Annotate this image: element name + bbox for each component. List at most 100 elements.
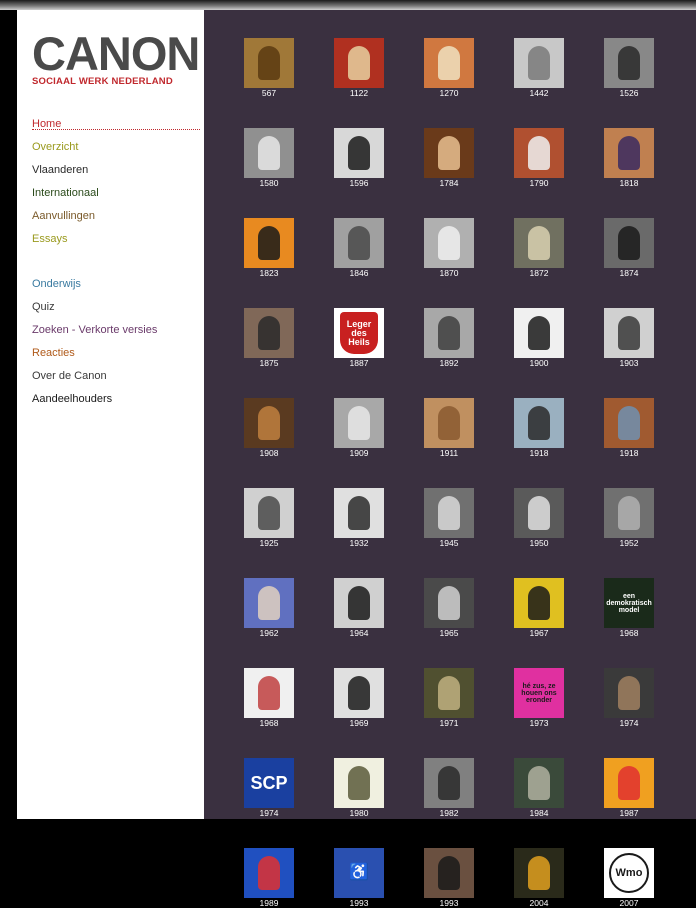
canon-window-1952[interactable]: 1952 (604, 488, 654, 548)
canon-window-1818[interactable]: 1818 (604, 128, 654, 188)
window-thumbnail[interactable] (424, 488, 474, 538)
canon-window-1971[interactable]: 1971 (424, 668, 474, 728)
window-thumbnail[interactable] (424, 308, 474, 358)
canon-window-1918[interactable]: 1918 (604, 398, 654, 458)
window-thumbnail[interactable] (604, 488, 654, 538)
canon-window-1872[interactable]: 1872 (514, 218, 564, 278)
window-thumbnail[interactable] (244, 218, 294, 268)
window-thumbnail[interactable] (514, 38, 564, 88)
canon-window-1964[interactable]: 1964 (334, 578, 384, 638)
canon-window-1875[interactable]: 1875 (244, 308, 294, 368)
window-thumbnail[interactable] (244, 578, 294, 628)
nav-link-internationaal[interactable]: Internationaal (32, 185, 202, 208)
canon-window-1980[interactable]: 1980 (334, 758, 384, 818)
nav-link-overzicht[interactable]: Overzicht (32, 139, 202, 162)
window-thumbnail[interactable] (334, 758, 384, 808)
canon-window-1908[interactable]: 1908 (244, 398, 294, 458)
window-thumbnail[interactable] (604, 758, 654, 808)
canon-window-1892[interactable]: 1892 (424, 308, 474, 368)
window-thumbnail[interactable] (424, 848, 474, 898)
window-thumbnail[interactable] (514, 308, 564, 358)
window-thumbnail[interactable] (334, 578, 384, 628)
canon-window-1945[interactable]: 1945 (424, 488, 474, 548)
window-thumbnail[interactable] (424, 128, 474, 178)
canon-window-1993[interactable]: ♿ 1993 (334, 848, 384, 908)
canon-window-1790[interactable]: 1790 (514, 128, 564, 188)
window-thumbnail[interactable] (424, 758, 474, 808)
window-thumbnail[interactable]: hé zus, ze houen ons eronder (514, 668, 564, 718)
canon-window-1823[interactable]: 1823 (244, 218, 294, 278)
nav-link-reacties[interactable]: Reacties (32, 345, 202, 368)
canon-window-1887[interactable]: Leger des Heils 1887 (334, 308, 384, 368)
canon-window-1968[interactable]: een demokratisch model 1968 (604, 578, 654, 638)
window-thumbnail[interactable]: SCP (244, 758, 294, 808)
canon-window-1989[interactable]: 1989 (244, 848, 294, 908)
canon-window-1918[interactable]: 1918 (514, 398, 564, 458)
canon-window-1526[interactable]: 1526 (604, 38, 654, 98)
canon-window-1962[interactable]: 1962 (244, 578, 294, 638)
nav-link-onderwijs[interactable]: Onderwijs (32, 276, 202, 299)
window-thumbnail[interactable] (424, 218, 474, 268)
nav-link-essays[interactable]: Essays (32, 231, 202, 254)
canon-window-567[interactable]: 567 (244, 38, 294, 98)
canon-window-1903[interactable]: 1903 (604, 308, 654, 368)
canon-window-1965[interactable]: 1965 (424, 578, 474, 638)
window-thumbnail[interactable] (514, 578, 564, 628)
window-thumbnail[interactable] (604, 38, 654, 88)
window-thumbnail[interactable] (244, 128, 294, 178)
canon-window-1870[interactable]: 1870 (424, 218, 474, 278)
window-thumbnail[interactable] (244, 668, 294, 718)
canon-window-1909[interactable]: 1909 (334, 398, 384, 458)
window-thumbnail[interactable] (604, 398, 654, 448)
canon-window-1784[interactable]: 1784 (424, 128, 474, 188)
window-thumbnail[interactable] (424, 38, 474, 88)
canon-window-1987[interactable]: 1987 (604, 758, 654, 818)
canon-window-1969[interactable]: 1969 (334, 668, 384, 728)
window-thumbnail[interactable] (514, 128, 564, 178)
canon-window-1974[interactable]: 1974 (604, 668, 654, 728)
canon-window-1984[interactable]: 1984 (514, 758, 564, 818)
canon-window-1874[interactable]: 1874 (604, 218, 654, 278)
nav-link-aanvullingen[interactable]: Aanvullingen (32, 208, 202, 231)
window-thumbnail[interactable] (514, 218, 564, 268)
window-thumbnail[interactable] (334, 128, 384, 178)
window-thumbnail[interactable]: Leger des Heils (334, 308, 384, 358)
canon-window-1993[interactable]: 1993 (424, 848, 474, 908)
nav-link-quiz[interactable]: Quiz (32, 299, 202, 322)
window-thumbnail[interactable] (514, 488, 564, 538)
window-thumbnail[interactable] (604, 308, 654, 358)
canon-window-1932[interactable]: 1932 (334, 488, 384, 548)
window-thumbnail[interactable] (604, 668, 654, 718)
window-thumbnail[interactable] (244, 398, 294, 448)
canon-window-1982[interactable]: 1982 (424, 758, 474, 818)
window-thumbnail[interactable] (514, 398, 564, 448)
window-thumbnail[interactable] (604, 128, 654, 178)
window-thumbnail[interactable] (334, 398, 384, 448)
canon-window-1925[interactable]: 1925 (244, 488, 294, 548)
canon-window-1580[interactable]: 1580 (244, 128, 294, 188)
window-thumbnail[interactable] (244, 488, 294, 538)
window-thumbnail[interactable]: Wmo (604, 848, 654, 898)
window-thumbnail[interactable]: een demokratisch model (604, 578, 654, 628)
window-thumbnail[interactable] (244, 848, 294, 898)
window-thumbnail[interactable] (424, 578, 474, 628)
canon-window-1967[interactable]: 1967 (514, 578, 564, 638)
window-thumbnail[interactable] (604, 218, 654, 268)
window-thumbnail[interactable]: ♿ (334, 848, 384, 898)
window-thumbnail[interactable] (334, 38, 384, 88)
window-thumbnail[interactable] (334, 668, 384, 718)
nav-link-home[interactable]: Home (32, 116, 200, 130)
window-thumbnail[interactable] (334, 218, 384, 268)
window-thumbnail[interactable] (334, 488, 384, 538)
window-thumbnail[interactable] (244, 38, 294, 88)
canon-logo[interactable]: CANON SOCIAAL WERK NEDERLAND (32, 30, 200, 87)
canon-window-1968[interactable]: 1968 (244, 668, 294, 728)
window-thumbnail[interactable] (244, 308, 294, 358)
canon-window-1900[interactable]: 1900 (514, 308, 564, 368)
canon-window-1442[interactable]: 1442 (514, 38, 564, 98)
canon-window-2004[interactable]: 2004 (514, 848, 564, 908)
canon-window-1596[interactable]: 1596 (334, 128, 384, 188)
window-thumbnail[interactable] (424, 398, 474, 448)
canon-window-1846[interactable]: 1846 (334, 218, 384, 278)
nav-link-over-de-canon[interactable]: Over de Canon (32, 368, 202, 391)
